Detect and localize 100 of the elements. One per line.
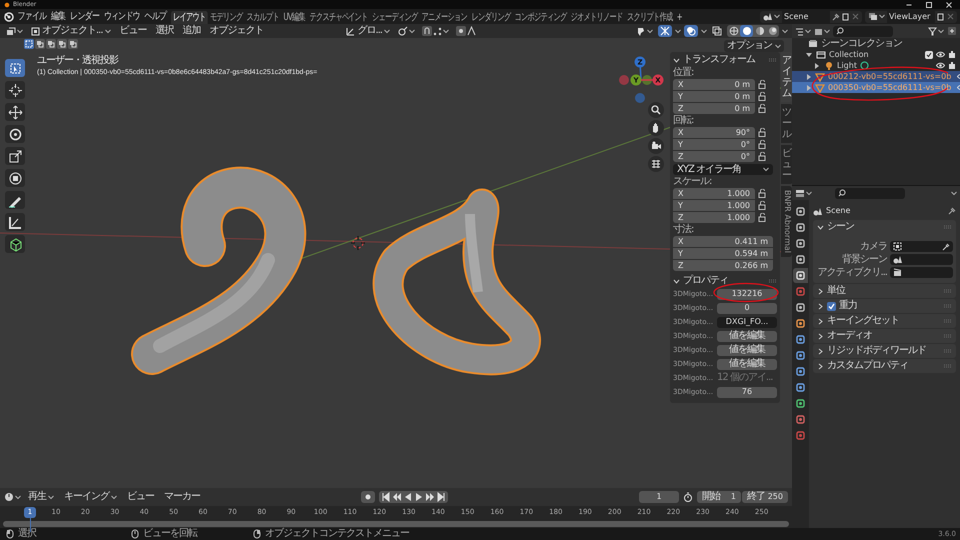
properties-icon[interactable]	[796, 207, 805, 216]
lock-icon[interactable]	[758, 104, 767, 113]
properties-icon[interactable]	[796, 351, 805, 360]
workspace-tab[interactable]: ジオメトリノード	[568, 11, 625, 24]
workspace-tab[interactable]: アニメーション	[420, 11, 470, 24]
proportional-edit-button[interactable]	[454, 25, 478, 37]
properties-icon[interactable]	[796, 335, 805, 344]
filter-button[interactable]	[928, 26, 944, 36]
number-field[interactable]: Y 1.000	[673, 200, 755, 211]
eye-icon[interactable]	[936, 51, 945, 58]
drag-handle-icon[interactable]	[944, 304, 952, 308]
drag-handle-icon[interactable]	[944, 288, 952, 294]
edit-value-button[interactable]: 値を編集	[717, 358, 777, 370]
grid-icon[interactable]	[648, 156, 664, 172]
current-frame-field[interactable]: 1	[639, 491, 679, 503]
new-collection-icon[interactable]	[947, 26, 957, 36]
drag-handle-icon[interactable]	[944, 318, 952, 324]
object-field[interactable]	[890, 241, 953, 252]
edit-value-button[interactable]: 値を編集	[717, 344, 777, 356]
workspace-tab[interactable]: スカルプト	[244, 11, 282, 24]
number-field[interactable]: Y 0 m	[673, 91, 755, 102]
pivot-button[interactable]	[396, 25, 417, 37]
number-field[interactable]: X 0 m	[673, 79, 755, 90]
workspace-tab[interactable]: レイアウト	[171, 11, 208, 24]
checkbox[interactable]	[925, 50, 933, 58]
scene-field[interactable]: Scene	[782, 10, 830, 22]
outliner-item[interactable]: 000212-vb0=55cd6111-vs=0b	[792, 71, 960, 82]
properties-icon[interactable]	[796, 399, 805, 408]
start-frame-field[interactable]: 開始 1	[697, 491, 741, 503]
camera-icon[interactable]	[948, 51, 956, 58]
editor-type-button[interactable]	[4, 25, 25, 37]
rotation-mode-dropdown[interactable]: XYZ オイラー角	[673, 164, 773, 175]
panel-title[interactable]: シーン	[827, 222, 854, 232]
outliner-item[interactable]: Collection	[792, 49, 960, 60]
pin-icon[interactable]	[948, 207, 956, 215]
snap-icon[interactable]	[433, 26, 442, 36]
filter-type-button[interactable]	[814, 26, 830, 36]
chevron-down-icon[interactable]	[817, 224, 824, 230]
menu-item[interactable]: オブジェクト	[206, 26, 267, 36]
menu-item[interactable]: ファイル	[15, 10, 49, 23]
chevron-right-icon[interactable]	[817, 318, 824, 324]
minimize-icon[interactable]	[906, 2, 912, 8]
end-frame-field[interactable]: 終了 250	[742, 491, 788, 503]
sidebar-tab[interactable]: BNPR Abnormal	[781, 186, 792, 257]
logo-icon[interactable]	[3, 10, 15, 22]
drag-handle-icon[interactable]	[944, 334, 952, 338]
number-field[interactable]: Z 0.266 m	[673, 260, 773, 271]
workspace-tab[interactable]: テクスチャペイント	[307, 11, 370, 24]
eye-icon[interactable]	[936, 62, 945, 69]
sidebar-tab[interactable]: ビュー	[781, 145, 792, 184]
chevron-right-icon[interactable]	[817, 302, 824, 310]
hand-icon[interactable]	[648, 120, 664, 136]
properties-icon[interactable]	[796, 367, 805, 376]
number-field[interactable]: Y 0.594 m	[673, 248, 773, 259]
number-field[interactable]: X 0.411 m	[673, 236, 773, 247]
pin-icon[interactable]	[832, 12, 840, 20]
panel-title[interactable]: 重力	[839, 301, 857, 311]
record-button[interactable]	[361, 491, 375, 503]
drag-handle-icon[interactable]	[769, 278, 777, 284]
menu-item[interactable]: マーカー	[161, 492, 203, 502]
orientation-icon[interactable]	[346, 26, 356, 36]
properties-icon[interactable]	[796, 255, 805, 264]
properties-icon[interactable]	[796, 223, 805, 232]
menu-item[interactable]: 追加	[180, 26, 204, 36]
number-field[interactable]: X 90°	[673, 127, 755, 138]
number-field[interactable]: Z 0 m	[673, 103, 755, 114]
properties-icon[interactable]	[796, 303, 805, 312]
jump-start-icon[interactable]	[381, 492, 391, 502]
drag-handle-icon[interactable]	[944, 364, 952, 368]
collapsed-arrow-icon[interactable]	[806, 84, 812, 90]
panel-title[interactable]: 単位	[827, 286, 845, 296]
chevron-right-icon[interactable]	[817, 288, 824, 294]
chevron-right-icon[interactable]	[817, 348, 824, 354]
chevron-down-icon[interactable]	[673, 56, 680, 64]
search-field[interactable]	[835, 188, 905, 198]
workspace-tab[interactable]: UV編集	[281, 11, 308, 24]
menu-dropdown[interactable]: キーイング	[61, 492, 120, 502]
jump-end-icon[interactable]	[436, 492, 446, 502]
proportional-edit-icon[interactable]	[467, 26, 476, 36]
sidebar-tab[interactable]: ツール	[781, 104, 792, 143]
outliner-item[interactable]: シーンコレクション	[792, 38, 960, 49]
menu-item[interactable]: レンダー	[68, 10, 102, 23]
menu-item[interactable]: ビュー	[116, 26, 150, 36]
visibility-icon[interactable]	[636, 26, 646, 36]
menu-item[interactable]: ヘルプ	[142, 10, 169, 23]
expanded-arrow-icon[interactable]	[806, 52, 812, 58]
collapsed-arrow-icon[interactable]	[806, 74, 812, 80]
zoom-icon[interactable]	[648, 102, 664, 118]
properties-icon[interactable]	[796, 415, 805, 424]
lock-icon[interactable]	[758, 189, 767, 198]
number-field[interactable]: 0	[717, 302, 777, 314]
editor-type-icon[interactable]	[795, 188, 805, 198]
number-field[interactable]: 76	[717, 386, 777, 398]
pivot-icon[interactable]	[398, 26, 408, 36]
drag-handle-icon[interactable]	[769, 58, 777, 62]
copy-icon[interactable]	[842, 12, 850, 20]
menu-item[interactable]: ウィンドウ	[101, 10, 142, 23]
workspace-tab[interactable]: スクリプト作成	[624, 11, 674, 24]
lock-icon[interactable]	[758, 213, 767, 222]
chevron-down-icon[interactable]	[673, 278, 680, 284]
